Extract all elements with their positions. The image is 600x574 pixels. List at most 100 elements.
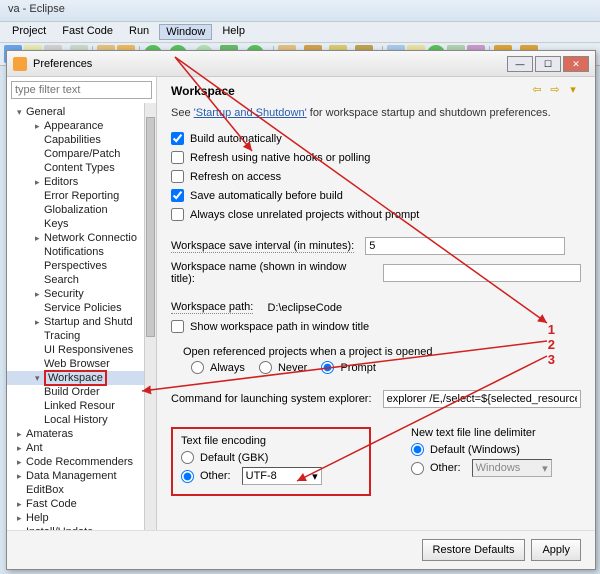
delimiter-other-combo[interactable]: Windows▾ bbox=[472, 459, 552, 477]
tree-twist-icon[interactable]: ▸ bbox=[35, 317, 44, 328]
minimize-button[interactable]: — bbox=[507, 56, 533, 72]
tree-item-service-policies[interactable]: Service Policies bbox=[7, 301, 156, 315]
open-ref-prompt-radio[interactable] bbox=[321, 361, 334, 374]
show-path-checkbox[interactable] bbox=[171, 320, 184, 333]
menu-window[interactable]: Window bbox=[159, 24, 212, 40]
back-icon[interactable]: ⇦ bbox=[529, 83, 545, 99]
encoding-other-radio[interactable] bbox=[181, 470, 194, 483]
tree-item-capabilities[interactable]: Capabilities bbox=[7, 133, 156, 147]
forward-icon[interactable]: ⇨ bbox=[547, 83, 563, 99]
encoding-default-radio[interactable] bbox=[181, 451, 194, 464]
tree-item-build-order[interactable]: Build Order bbox=[7, 385, 156, 399]
dialog-title: Preferences bbox=[33, 58, 505, 70]
tree-item-notifications[interactable]: Notifications bbox=[7, 245, 156, 259]
tree-item-local-history[interactable]: Local History bbox=[7, 413, 156, 427]
tree-twist-icon[interactable]: ▸ bbox=[35, 233, 44, 244]
tree-item-workspace[interactable]: ▾Workspace bbox=[7, 371, 156, 385]
refresh-access-checkbox[interactable] bbox=[171, 170, 184, 183]
tree-twist-icon[interactable]: ▸ bbox=[17, 499, 26, 510]
restore-defaults-button[interactable]: Restore Defaults bbox=[422, 539, 526, 561]
filter-input[interactable] bbox=[11, 81, 152, 99]
apply-button[interactable]: Apply bbox=[531, 539, 581, 561]
tree-item-label: Keys bbox=[44, 218, 68, 230]
tree-item-keys[interactable]: Keys bbox=[7, 217, 156, 231]
save-interval-input[interactable] bbox=[365, 237, 565, 255]
menu-help[interactable]: Help bbox=[216, 24, 251, 40]
workspace-name-label: Workspace name (shown in window title): bbox=[171, 261, 372, 285]
encoding-other-label: Other: bbox=[200, 470, 231, 482]
save-before-build-checkbox[interactable] bbox=[171, 189, 184, 202]
tree-twist-icon[interactable]: ▸ bbox=[17, 471, 26, 482]
refresh-access-label: Refresh on access bbox=[190, 171, 281, 183]
workspace-name-input[interactable] bbox=[383, 264, 581, 282]
tree-item-amateras[interactable]: ▸Amateras bbox=[7, 427, 156, 441]
tree-item-general[interactable]: ▾General bbox=[7, 105, 156, 119]
open-ref-always-radio[interactable] bbox=[191, 361, 204, 374]
tree-item-ant[interactable]: ▸Ant bbox=[7, 441, 156, 455]
close-button[interactable]: ✕ bbox=[563, 56, 589, 72]
tree-item-network-connectio[interactable]: ▸Network Connectio bbox=[7, 231, 156, 245]
startup-shutdown-link[interactable]: 'Startup and Shutdown' bbox=[194, 107, 307, 119]
tree-item-help[interactable]: ▸Help bbox=[7, 511, 156, 525]
delimiter-default-radio[interactable] bbox=[411, 443, 424, 456]
tree-item-tracing[interactable]: Tracing bbox=[7, 329, 156, 343]
tree-twist-icon[interactable]: ▸ bbox=[35, 177, 44, 188]
tree-twist-icon[interactable]: ▸ bbox=[35, 289, 44, 300]
tree-item-label: Perspectives bbox=[44, 260, 107, 272]
tree-twist-icon[interactable]: ▸ bbox=[17, 429, 26, 440]
build-automatically-checkbox[interactable] bbox=[171, 132, 184, 145]
tree-item-label: Error Reporting bbox=[44, 190, 119, 202]
tree-item-data-management[interactable]: ▸Data Management bbox=[7, 469, 156, 483]
line-delimiter-group: New text file line delimiter Default (Wi… bbox=[411, 421, 552, 502]
tree-item-search[interactable]: Search bbox=[7, 273, 156, 287]
dropdown-arrow-icon[interactable]: ▾ bbox=[565, 83, 581, 99]
open-ref-never-radio[interactable] bbox=[259, 361, 272, 374]
open-referenced-label: Open referenced projects when a project … bbox=[183, 346, 581, 358]
menu-run[interactable]: Run bbox=[123, 24, 155, 40]
close-unrelated-checkbox[interactable] bbox=[171, 208, 184, 221]
tree-item-ui-responsivenes[interactable]: UI Responsivenes bbox=[7, 343, 156, 357]
tree-item-label: Startup and Shutd bbox=[44, 316, 133, 328]
tree-item-globalization[interactable]: Globalization bbox=[7, 203, 156, 217]
tree-twist-icon[interactable]: ▸ bbox=[35, 121, 44, 132]
tree-item-perspectives[interactable]: Perspectives bbox=[7, 259, 156, 273]
tree-item-linked-resour[interactable]: Linked Resour bbox=[7, 399, 156, 413]
encoding-other-combo[interactable]: UTF-8▾ bbox=[242, 467, 322, 485]
menu-project[interactable]: Project bbox=[6, 24, 52, 40]
tree-item-appearance[interactable]: ▸Appearance bbox=[7, 119, 156, 133]
tree-item-editors[interactable]: ▸Editors bbox=[7, 175, 156, 189]
tree-item-fast-code[interactable]: ▸Fast Code bbox=[7, 497, 156, 511]
system-explorer-label: Command for launching system explorer: bbox=[171, 393, 372, 405]
tree-twist-icon[interactable]: ▸ bbox=[17, 513, 26, 524]
tree-item-error-reporting[interactable]: Error Reporting bbox=[7, 189, 156, 203]
tree-item-label: Ant bbox=[26, 442, 43, 454]
tree-scrollbar[interactable] bbox=[144, 103, 156, 530]
preferences-dialog: Preferences — ☐ ✕ ▾General▸AppearanceCap… bbox=[6, 50, 596, 570]
tree-item-label: Notifications bbox=[44, 246, 104, 258]
tree-item-security[interactable]: ▸Security bbox=[7, 287, 156, 301]
text-encoding-group: Text file encoding Default (GBK) Other: … bbox=[171, 427, 371, 496]
maximize-button[interactable]: ☐ bbox=[535, 56, 561, 72]
tree-twist-icon[interactable]: ▸ bbox=[17, 457, 26, 468]
tree-twist-icon[interactable]: ▾ bbox=[17, 107, 26, 118]
tree-item-label: Linked Resour bbox=[44, 400, 115, 412]
tree-twist-icon[interactable]: ▸ bbox=[17, 443, 26, 454]
tree-item-label: Search bbox=[44, 274, 79, 286]
menu-fastcode[interactable]: Fast Code bbox=[56, 24, 119, 40]
tree-item-label: Content Types bbox=[44, 162, 115, 174]
delimiter-other-radio[interactable] bbox=[411, 462, 424, 475]
tree-item-content-types[interactable]: Content Types bbox=[7, 161, 156, 175]
tree-item-web-browser[interactable]: Web Browser bbox=[7, 357, 156, 371]
tree-item-label: Data Management bbox=[26, 470, 117, 482]
tree-item-label: Workspace bbox=[44, 370, 107, 386]
tree-item-code-recommenders[interactable]: ▸Code Recommenders bbox=[7, 455, 156, 469]
tree-item-compare-patch[interactable]: Compare/Patch bbox=[7, 147, 156, 161]
tree-item-startup-and-shutd[interactable]: ▸Startup and Shutd bbox=[7, 315, 156, 329]
tree-item-editbox[interactable]: EditBox bbox=[7, 483, 156, 497]
tree-twist-icon[interactable]: ▾ bbox=[35, 373, 44, 384]
tree-item-install-undate[interactable]: ▸Install/Undate bbox=[7, 525, 156, 530]
refresh-native-checkbox[interactable] bbox=[171, 151, 184, 164]
tree-twist-icon[interactable]: ▸ bbox=[17, 527, 26, 530]
system-explorer-input[interactable] bbox=[383, 390, 581, 408]
preferences-tree[interactable]: ▾General▸AppearanceCapabilitiesCompare/P… bbox=[7, 103, 156, 530]
